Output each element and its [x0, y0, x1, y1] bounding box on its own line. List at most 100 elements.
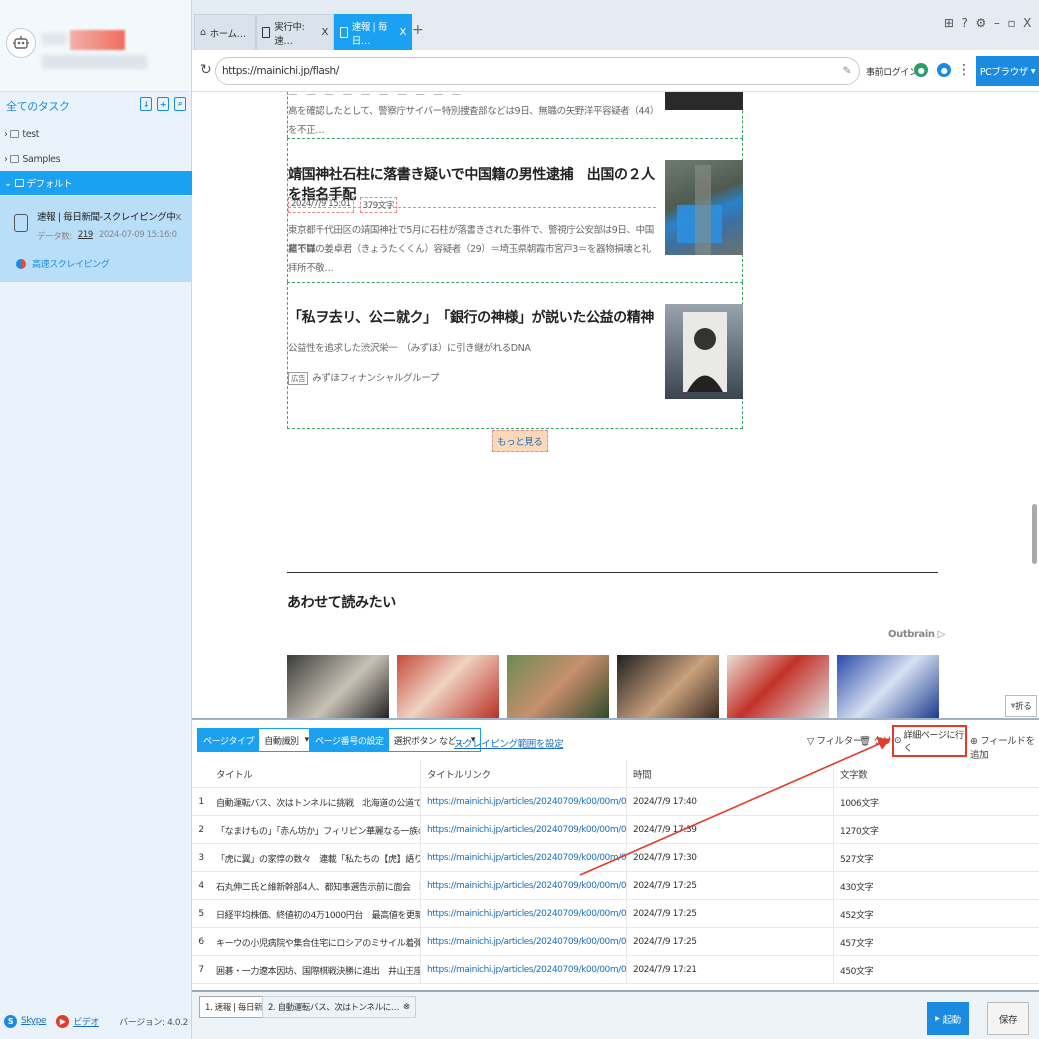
- video-icon[interactable]: ▶: [56, 1014, 70, 1028]
- reload-icon[interactable]: ↻: [200, 62, 212, 78]
- page-icon: [340, 27, 348, 38]
- bottom-tab-2[interactable]: 2. 自動運転バス、次はトンネルに… ⊗: [262, 996, 416, 1018]
- table-row[interactable]: 2 「なまけもの」「赤ん坊か」フィリピン華麗なる一族の対立激化https://ma…: [192, 816, 1039, 844]
- ad-item[interactable]: 「私ヲ去リ、公ニ就ク」 「銀行の神様」が説いた公益の精神 公益性を追求した渋沢栄…: [287, 282, 743, 429]
- recommend-thumb[interactable]: [287, 655, 389, 718]
- help-icon[interactable]: ?: [961, 16, 967, 30]
- cell-link[interactable]: https://mainichi.jp/articles/20240709/k0…: [420, 872, 626, 900]
- tab-mainichi[interactable]: 速報 | 毎日… X: [334, 14, 412, 50]
- article-body-partial: — — — — — — — — — —: [288, 92, 461, 100]
- ad-title[interactable]: 「私ヲ去リ、公ニ就ク」 「銀行の神様」が説いた公益の精神: [288, 307, 656, 330]
- outbrain-logo[interactable]: Outbrain ▷: [888, 629, 945, 640]
- pc-browser-dropdown[interactable]: PCブラウザ ▾: [976, 56, 1039, 86]
- cell-chars: 457文字: [833, 928, 1039, 956]
- new-tab-icon[interactable]: +: [412, 22, 424, 38]
- extension-blue-icon[interactable]: ●: [937, 63, 951, 77]
- all-tasks-label: 全てのタスク: [6, 100, 70, 113]
- col-title[interactable]: タイトル: [210, 760, 420, 788]
- tab-running[interactable]: 実行中:速… X: [256, 14, 334, 50]
- trash-icon: 🗑: [859, 736, 871, 747]
- save-button[interactable]: 保存: [987, 1002, 1029, 1035]
- table-row[interactable]: 6 キーウの小児病院や集合住宅にロシアのミサイル着弾 37人死亡https://m…: [192, 928, 1039, 956]
- article-item[interactable]: — — — — — — — — — — 高を確認したとして、警察庁サイバー特別捜…: [287, 92, 743, 138]
- more-button[interactable]: もっと見る: [492, 430, 548, 452]
- table-row[interactable]: 5 日経平均株価、終値初の4万1000円台 最高値を更新 https://maini…: [192, 900, 1039, 928]
- close-tab-icon[interactable]: X: [400, 27, 407, 38]
- pre-login-button[interactable]: 事前ログイン: [866, 65, 918, 78]
- col-time[interactable]: 時間: [626, 760, 833, 788]
- more-icon[interactable]: ⋮: [957, 62, 971, 78]
- blurred-username: [42, 33, 67, 45]
- filter-button[interactable]: ▽ フィルター: [807, 733, 862, 747]
- extension-green-icon[interactable]: ●: [914, 63, 928, 77]
- skype-icon[interactable]: S: [4, 1014, 17, 1028]
- cell-link[interactable]: https://mainichi.jp/articles/20240709/k0…: [420, 956, 626, 984]
- go-to-detail-button[interactable]: ⊙ 詳細ページに行く: [892, 725, 967, 757]
- skype-link[interactable]: Skype: [21, 1016, 47, 1026]
- edit-icon[interactable]: ✎: [843, 65, 852, 77]
- article-item[interactable]: 靖国神社石柱に落書き疑いで中国籍の男性逮捕 出国の２人を指名手配 2024/7/…: [287, 138, 743, 282]
- article-thumbnail[interactable]: [665, 92, 743, 110]
- close-window-icon[interactable]: X: [1023, 16, 1031, 30]
- data-count[interactable]: 219: [78, 230, 93, 242]
- article-body-line: 業不詳の姜卓君（きょうたくくん）容疑者（29）＝埼玉県朝霞市宮戸3＝を器物損壊と…: [288, 244, 651, 274]
- cell-link[interactable]: https://mainichi.jp/articles/20240709/k0…: [420, 844, 626, 872]
- folder-default[interactable]: ⌄ デフォルト: [0, 171, 192, 195]
- url-input[interactable]: https://mainichi.jp/flash/ ✎: [215, 57, 860, 85]
- tab-home[interactable]: ⌂ ホーム…: [194, 14, 256, 50]
- fast-scraping-link[interactable]: 高速スクレイピング: [16, 257, 110, 270]
- folder-samples[interactable]: › Samples: [0, 147, 192, 171]
- page-type-select[interactable]: ページタイプ 自動識別 ▾: [197, 728, 315, 752]
- cell-link[interactable]: https://mainichi.jp/articles/20240709/k0…: [420, 788, 626, 816]
- col-link[interactable]: タイトルリンク: [420, 760, 626, 788]
- cell-time: 2024/7/9 17:39: [626, 816, 833, 844]
- cell-chars: 1270文字: [833, 816, 1039, 844]
- row-number: 4: [198, 881, 204, 891]
- cell-link[interactable]: https://mainichi.jp/articles/20240709/k0…: [420, 928, 626, 956]
- folder-test[interactable]: › test: [0, 122, 192, 146]
- robot-icon: [14, 214, 28, 232]
- tab-label: 実行中:速…: [274, 21, 305, 47]
- cell-link[interactable]: https://mainichi.jp/articles/20240709/k0…: [420, 900, 626, 928]
- set-scrape-range-link[interactable]: スクレイピング範囲を設定: [454, 736, 564, 750]
- new-task-icon[interactable]: +: [157, 97, 169, 111]
- table-row[interactable]: 3 「虎に翼」の家惇の数々 連載「私たちの【虎】語り」への思いhttps://ma…: [192, 844, 1039, 872]
- ad-sponsor-row: 広告 みずほフィナンシャルグループ: [288, 369, 656, 388]
- running-task-card[interactable]: 速報 | 毎日新聞-スクレイピング中 x データ数: 219 2024-07-0…: [0, 196, 192, 282]
- fold-button[interactable]: ⩔ 折る: [1005, 695, 1037, 717]
- recommend-thumb[interactable]: [727, 655, 829, 718]
- col-chars[interactable]: 文字数: [833, 760, 1039, 788]
- recommend-thumb[interactable]: [397, 655, 499, 718]
- settings-icon[interactable]: ⚙: [975, 16, 986, 30]
- search-task-icon[interactable]: ⌕: [174, 97, 186, 111]
- close-icon[interactable]: x: [175, 210, 182, 223]
- browser-tab-bar: ⌂ ホーム… 実行中:速… X 速報 | 毎日… X + ⊞ ? ⚙ – ▫ X: [192, 0, 1039, 50]
- recommend-thumb[interactable]: [617, 655, 719, 718]
- recommend-thumb[interactable]: [507, 655, 609, 718]
- add-field-button[interactable]: ⊕ フィールドを追加: [970, 733, 1039, 761]
- page-icon: [262, 27, 271, 38]
- table-row[interactable]: 1 自動運転バス、次はトンネルに挑戦 北海道の公道で実証実験https://mai…: [192, 788, 1039, 816]
- start-button[interactable]: ▸ 起動: [927, 1002, 969, 1035]
- video-link[interactable]: ビデオ: [73, 1015, 99, 1028]
- maximize-icon[interactable]: ▫: [1007, 16, 1015, 30]
- web-viewport[interactable]: — — — — — — — — — — 高を確認したとして、警察庁サイバー特別捜…: [192, 92, 1039, 718]
- table-row[interactable]: 4 石丸伸二氏と維新幹部4人、都知事選告示前に面会 幹事長が説明https://m…: [192, 872, 1039, 900]
- scrollbar[interactable]: [1032, 504, 1037, 564]
- recommend-thumb[interactable]: [837, 655, 939, 718]
- minimize-icon[interactable]: –: [994, 16, 1000, 30]
- article-thumbnail[interactable]: [665, 160, 743, 255]
- close-tab-icon[interactable]: X: [322, 27, 329, 38]
- import-icon[interactable]: ↓: [140, 97, 152, 111]
- gift-icon[interactable]: ⊞: [944, 16, 954, 30]
- table-row[interactable]: 7 囲碁・一力遼本因坊、国際棋戦決勝に進出 井山王座以来7年ぶりhttps://m…: [192, 956, 1039, 984]
- home-icon: ⌂: [200, 27, 206, 38]
- all-tasks-header[interactable]: 全てのタスク ↓ + ⌕: [0, 92, 192, 120]
- cell-link[interactable]: https://mainichi.jp/articles/20240709/k0…: [420, 816, 626, 844]
- cell-title: 自動運転バス、次はトンネルに挑戦 北海道の公道で実証実験: [216, 798, 420, 809]
- robot-avatar-icon: [13, 36, 29, 49]
- ad-thumbnail[interactable]: [665, 304, 743, 399]
- avatar[interactable]: [6, 28, 36, 58]
- portrait-graphic: [683, 312, 727, 392]
- filter-icon: ▽: [807, 736, 814, 747]
